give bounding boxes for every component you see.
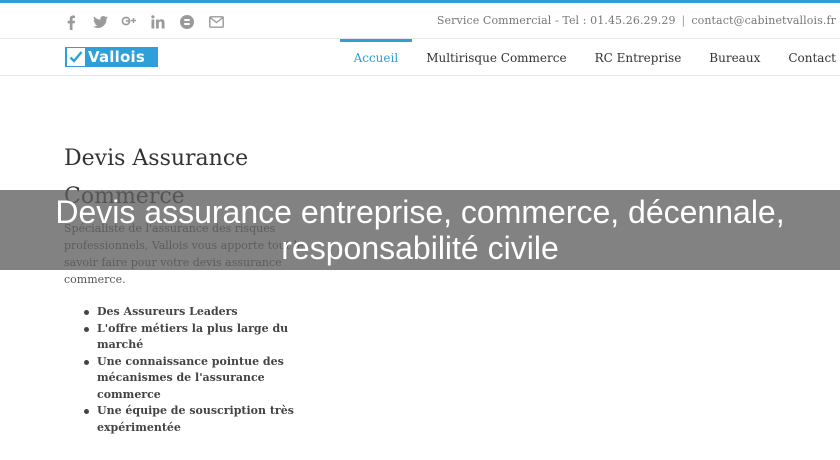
nav-item-multirisque-commerce[interactable]: Multirisque Commerce xyxy=(412,40,580,76)
email-icon[interactable] xyxy=(207,13,225,31)
logo-text: Vallois xyxy=(88,48,145,66)
list-item: Une connaissance pointue des mécanismes … xyxy=(64,354,304,404)
nav-item-contact[interactable]: Contact xyxy=(774,40,840,76)
nav-item-bureaux[interactable]: Bureaux xyxy=(695,40,774,76)
caption-overlay: Devis assurance entreprise, commerce, dé… xyxy=(0,190,840,270)
facebook-icon[interactable] xyxy=(62,13,80,31)
blogger-icon[interactable] xyxy=(178,13,196,31)
nav-item-accueil[interactable]: Accueil xyxy=(339,39,413,76)
twitter-icon[interactable] xyxy=(91,13,109,31)
list-item: Une équipe de souscription très expérime… xyxy=(64,403,304,436)
social-links xyxy=(62,13,236,31)
contact-info: Service Commercial - Tel : 01.45.26.29.2… xyxy=(437,14,836,27)
nav-menu: Accueil Multirisque Commerce RC Entrepri… xyxy=(339,39,840,76)
email-link[interactable]: contact@cabinetvallois.fr xyxy=(691,14,836,27)
benefits-list: Des Assureurs Leaders L'offre métiers la… xyxy=(64,304,304,436)
google-plus-icon[interactable] xyxy=(120,13,138,31)
list-item: Des Assureurs Leaders xyxy=(64,304,304,321)
list-item: L'offre métiers la plus large du marché xyxy=(64,321,304,354)
vallois-logo[interactable]: Vallois xyxy=(65,47,158,67)
top-bar: Service Commercial - Tel : 01.45.26.29.2… xyxy=(0,3,840,39)
nav-item-rc-entreprise[interactable]: RC Entreprise xyxy=(581,40,696,76)
main-navigation: Vallois Accueil Multirisque Commerce RC … xyxy=(0,39,840,76)
checkmark-icon xyxy=(67,48,85,66)
contact-separator: | xyxy=(681,14,686,27)
phone-text: Service Commercial - Tel : 01.45.26.29.2… xyxy=(436,14,676,27)
linkedin-icon[interactable] xyxy=(149,13,167,31)
overlay-caption: Devis assurance entreprise, commerce, dé… xyxy=(55,194,785,266)
main-content: Devis Assurance Commerce Spécialiste de … xyxy=(64,140,304,436)
